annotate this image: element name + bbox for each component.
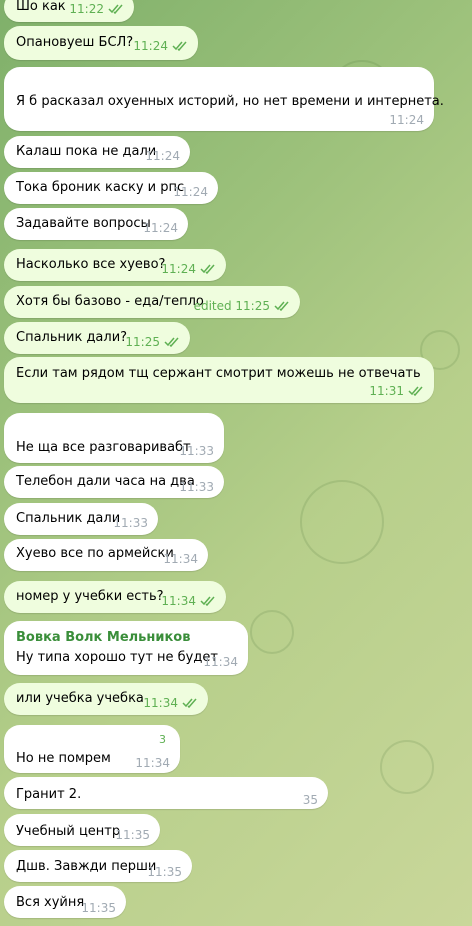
message-text: Тока броник каску и рпс xyxy=(16,180,185,195)
message-text: Дшв. Завжди перши xyxy=(16,859,157,874)
message-bubble-incoming[interactable]: Дшв. Завжди перши 11:35 xyxy=(4,850,192,882)
message-text: Но не помрем xyxy=(16,751,111,766)
message-time: 11:24 xyxy=(173,185,208,199)
sender-name[interactable]: Вовка Волк Мельников xyxy=(16,630,190,645)
message-text: Не ща все разговаривабт xyxy=(16,440,191,455)
message-text: Опановуеш БСЛ? xyxy=(16,35,134,50)
message-time: 11:33 xyxy=(179,444,214,458)
message-text: Спальник дали? xyxy=(16,330,128,345)
message-bubble-outgoing[interactable]: или учебка учебка 11:34 xyxy=(4,683,208,715)
message-bubble-incoming[interactable]: Вовка Волк Мельников Ну типа хорошо тут … xyxy=(4,621,248,675)
message-text: Насколько все хуево? xyxy=(16,257,166,272)
message-time: 11:35 xyxy=(115,828,150,842)
message-time: 11:35 xyxy=(147,865,182,879)
message-bubble-incoming[interactable]: Калаш пока не дали 11:24 xyxy=(4,136,190,168)
message-time: 11:34 xyxy=(135,756,170,770)
message-time: 11:34 xyxy=(143,696,198,710)
message-bubble-incoming[interactable]: Гранит 2. 35 xyxy=(4,777,328,809)
message-time: 11:35 xyxy=(81,901,116,915)
message-text: Хуево все по армейски xyxy=(16,546,174,561)
message-text: Ну типа хорошо тут не будет xyxy=(16,650,218,665)
message-bubble-outgoing[interactable]: Шо как 11:22 xyxy=(4,0,134,22)
message-bubble-outgoing[interactable]: Хотя бы базово - еда/тепло edited 11:25 xyxy=(4,286,300,318)
message-bubble-outgoing[interactable]: Насколько все хуево? 11:24 xyxy=(4,249,226,281)
read-checkmarks-icon xyxy=(172,41,187,51)
message-bubble-incoming[interactable]: Я б расказал охуенных историй, но нет вр… xyxy=(4,67,444,131)
message-text: Учебный центр xyxy=(16,824,121,839)
message-text: номер у учебки есть? xyxy=(16,589,164,604)
message-bubble-incoming[interactable]: Вся хуйня 11:35 xyxy=(4,886,126,918)
chat-area: Шо как 11:22 Опановуеш БСЛ? 11:24 Я б ра… xyxy=(0,0,472,926)
background-doodle xyxy=(250,610,294,654)
message-bubble-incoming[interactable]: Хуево все по армейски 11:34 xyxy=(4,539,208,571)
message-bubble-incoming[interactable]: 3 Но не помрем 11:34 xyxy=(4,725,180,773)
read-checkmarks-icon xyxy=(200,596,215,606)
message-text: Гранит 2. xyxy=(16,787,82,802)
message-time: 11:24 xyxy=(145,149,180,163)
message-time: 11:25 xyxy=(125,335,180,349)
message-time: 35 xyxy=(302,793,318,807)
read-checkmarks-icon xyxy=(200,264,215,274)
read-checkmarks-icon xyxy=(164,337,179,347)
message-time: edited 11:25 xyxy=(194,299,290,313)
read-checkmarks-icon xyxy=(408,386,423,396)
message-bubble-outgoing[interactable]: Если там рядом тщ сержант смотрит можешь… xyxy=(4,357,434,403)
read-checkmarks-icon xyxy=(274,301,289,311)
message-time: 11:34 xyxy=(203,655,238,669)
message-time: 11:22 xyxy=(69,2,124,16)
message-bubble-incoming[interactable]: Тока броник каску и рпс 11:24 xyxy=(4,172,218,204)
message-text: Вся хуйня xyxy=(16,895,85,910)
message-bubble-incoming[interactable]: Не ща все разговаривабт 11:33 xyxy=(4,413,224,463)
message-bubble-incoming[interactable]: Учебный центр 11:35 xyxy=(4,814,160,846)
message-text: Калаш пока не дали xyxy=(16,144,157,159)
message-time: 11:24 xyxy=(133,39,188,53)
message-text: Спальник дали xyxy=(16,511,121,526)
message-time: 11:33 xyxy=(113,516,148,530)
message-bubble-outgoing[interactable]: Опановуеш БСЛ? 11:24 xyxy=(4,26,198,60)
message-bubble-outgoing[interactable]: Спальник дали? 11:25 xyxy=(4,322,190,354)
message-text: Я б расказал охуенных историй, но нет вр… xyxy=(16,94,444,109)
message-text: Шо как xyxy=(16,0,66,14)
message-time: 11:24 xyxy=(389,113,424,127)
read-checkmarks-icon xyxy=(182,698,197,708)
message-time: 11:34 xyxy=(163,552,198,566)
message-extra-number: 3 xyxy=(159,733,166,746)
message-time: 11:24 xyxy=(143,221,178,235)
message-time: 11:31 xyxy=(369,384,424,398)
read-checkmarks-icon xyxy=(108,4,123,14)
background-doodle xyxy=(300,480,384,564)
message-text: Хотя бы базово - еда/тепло xyxy=(16,294,204,309)
message-time: 11:33 xyxy=(179,480,214,494)
message-text: Если там рядом тщ сержант смотрит можешь… xyxy=(16,366,421,381)
message-text: или учебка учебка xyxy=(16,691,144,706)
background-doodle xyxy=(380,740,434,794)
message-text: Задавайте вопросы xyxy=(16,216,151,231)
message-time: 11:24 xyxy=(161,262,216,276)
message-bubble-outgoing[interactable]: номер у учебки есть? 11:34 xyxy=(4,581,226,613)
message-bubble-incoming[interactable]: Задавайте вопросы 11:24 xyxy=(4,208,188,240)
message-bubble-incoming[interactable]: Телебон дали часа на два 11:33 xyxy=(4,466,224,498)
message-time: 11:34 xyxy=(161,594,216,608)
message-text: Телебон дали часа на два xyxy=(16,474,195,489)
message-bubble-incoming[interactable]: Спальник дали 11:33 xyxy=(4,503,158,535)
